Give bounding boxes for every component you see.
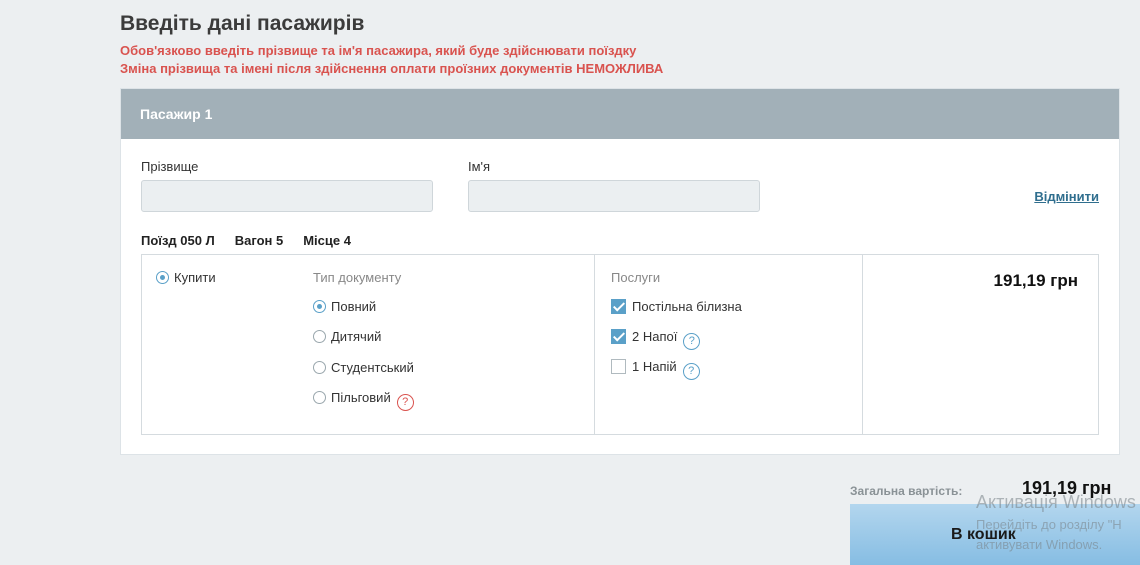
radio-off-icon [313, 361, 326, 374]
services-column: Послуги Постільна білизна 2 Напої? 1 Нап… [595, 255, 863, 434]
checkbox-checked-icon [611, 299, 626, 314]
checkbox-unchecked-icon [611, 359, 626, 374]
doc-type-privileged[interactable]: Пільговий? [313, 390, 414, 411]
buy-label: Купити [174, 270, 216, 285]
service-two-drinks[interactable]: 2 Напої? [611, 329, 701, 350]
service-label: 2 Напої [632, 329, 678, 344]
radio-off-icon [313, 391, 326, 404]
radio-on-icon [313, 300, 326, 313]
doc-type-label: Пільговий [331, 390, 391, 405]
warning-surname-required: Обов'язково введіть прізвище та ім'я пас… [120, 43, 637, 58]
document-column: Купити Тип документу Повний Дитячий Студ… [142, 255, 595, 434]
question-circle-icon[interactable]: ? [396, 394, 414, 411]
doc-type-title: Тип документу [313, 270, 402, 285]
wagon-number: Вагон 5 [234, 233, 284, 248]
ticket-price: 191,19 грн [993, 271, 1078, 290]
surname-label: Прізвище [141, 159, 199, 174]
name-input[interactable] [468, 180, 760, 212]
surname-input[interactable] [141, 180, 433, 212]
question-circle-icon[interactable]: ? [683, 333, 701, 350]
warning-no-change: Зміна прізвища та імені після здійснення… [120, 61, 664, 76]
add-to-cart-button[interactable]: В кошик [850, 504, 1140, 565]
checkbox-checked-icon [611, 329, 626, 344]
booking-options: Купити Тип документу Повний Дитячий Студ… [141, 254, 1099, 435]
train-number: Поїзд 050 Л [141, 233, 215, 248]
buy-option[interactable]: Купити [156, 270, 216, 285]
passenger-form-page: Введіть дані пасажирів Обов'язково введі… [0, 0, 1140, 565]
price-column: 191,19 грн [863, 255, 1098, 434]
service-bedding[interactable]: Постільна білизна [611, 299, 742, 314]
doc-type-full[interactable]: Повний [313, 299, 376, 314]
cancel-link[interactable]: Відмінити [1034, 189, 1099, 204]
service-label: Постільна білизна [632, 299, 742, 314]
name-label: Ім'я [468, 159, 491, 174]
page-title: Введіть дані пасажирів [120, 12, 365, 35]
doc-type-label: Дитячий [331, 329, 382, 344]
seat-number: Місце 4 [303, 233, 351, 248]
doc-type-label: Студентський [331, 360, 414, 375]
total-value: 191,19 грн [1022, 478, 1112, 498]
radio-off-icon [313, 330, 326, 343]
question-circle-icon[interactable]: ? [682, 363, 700, 380]
trip-info: Поїзд 050 Л Вагон 5 Місце 4 [141, 233, 351, 248]
services-title: Послуги [611, 270, 661, 285]
service-label: 1 Напій [632, 359, 677, 374]
doc-type-child[interactable]: Дитячий [313, 329, 381, 344]
doc-type-student[interactable]: Студентський [313, 360, 414, 375]
total-label: Загальна вартість: [850, 484, 963, 498]
service-one-drink[interactable]: 1 Напій? [611, 359, 700, 380]
passenger-header: Пасажир 1 [121, 89, 1119, 139]
doc-type-label: Повний [331, 299, 377, 314]
passenger-card: Пасажир 1 Прізвище Ім'я Відмінити Поїзд … [120, 88, 1120, 455]
radio-on-icon [156, 271, 169, 284]
